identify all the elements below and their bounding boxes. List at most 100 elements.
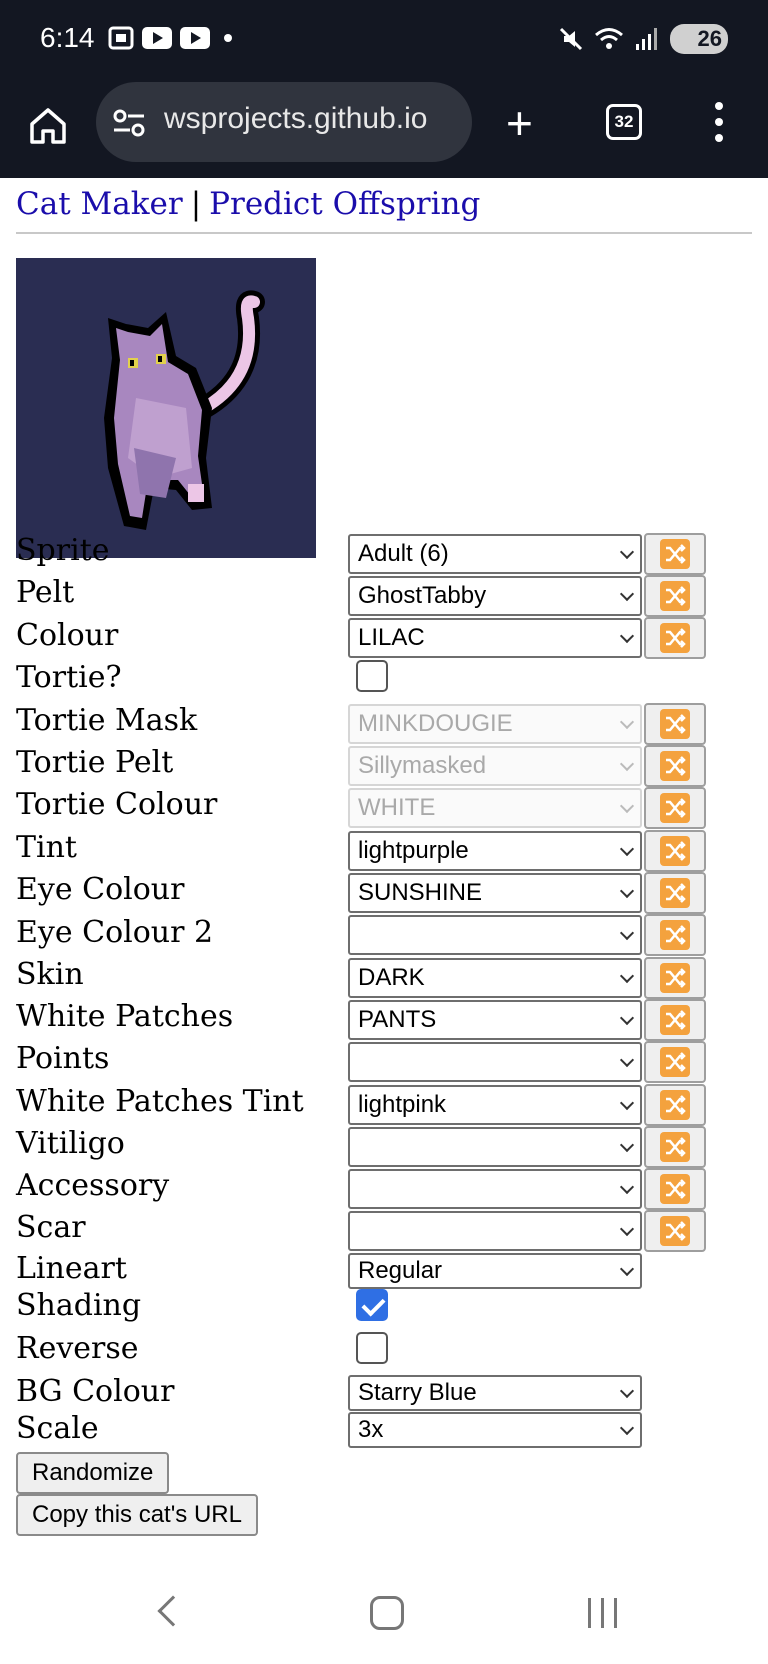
eye-colour-2-select[interactable] bbox=[348, 915, 642, 955]
chevron-down-icon bbox=[619, 883, 635, 899]
back-icon[interactable] bbox=[157, 1595, 189, 1627]
white-patches-tint-value: lightpink bbox=[358, 1091, 447, 1118]
lineart-select[interactable]: Regular bbox=[348, 1253, 642, 1289]
accessory-label: Accessory bbox=[16, 1168, 170, 1203]
sprite-select[interactable]: Adult (6) bbox=[348, 534, 642, 574]
shading-label: Shading bbox=[16, 1288, 142, 1323]
white-patches-value: PANTS bbox=[358, 1006, 437, 1033]
chevron-down-icon bbox=[619, 968, 635, 984]
cat-maker-link[interactable]: Cat Maker bbox=[16, 186, 183, 222]
bg-colour-value: Starry Blue bbox=[358, 1379, 477, 1406]
bg-colour-select[interactable]: Starry Blue bbox=[348, 1375, 642, 1411]
skin-label: Skin bbox=[16, 957, 84, 992]
white-patches-tint-label: White Patches Tint bbox=[16, 1084, 304, 1119]
randomize-vitiligo-button[interactable] bbox=[644, 1126, 706, 1168]
chevron-down-icon bbox=[619, 1420, 635, 1436]
shuffle-icon bbox=[660, 1132, 690, 1162]
bg-colour-label: BG Colour bbox=[16, 1374, 175, 1409]
white-patches-select[interactable]: PANTS bbox=[348, 1000, 642, 1040]
tortie-pelt-value: Sillymasked bbox=[358, 752, 487, 779]
randomize-skin-button[interactable] bbox=[644, 957, 706, 999]
randomize-pelt-button[interactable] bbox=[644, 575, 706, 617]
reverse-label: Reverse bbox=[16, 1331, 139, 1366]
sprite-label: Sprite bbox=[16, 533, 110, 568]
pelt-label: Pelt bbox=[16, 575, 75, 610]
address-bar[interactable]: wsprojects.github.io bbox=[96, 82, 472, 162]
scar-select[interactable] bbox=[348, 1211, 642, 1251]
randomize-tortie-colour-button[interactable] bbox=[644, 787, 706, 829]
colour-select[interactable]: LILAC bbox=[348, 618, 642, 658]
tortie-checkbox[interactable] bbox=[356, 660, 388, 692]
chevron-down-icon bbox=[619, 628, 635, 644]
scale-select[interactable]: 3x bbox=[348, 1412, 642, 1448]
points-select[interactable] bbox=[348, 1042, 642, 1082]
randomize-points-button[interactable] bbox=[644, 1041, 706, 1083]
tortie-pelt-select[interactable]: Sillymasked bbox=[348, 746, 642, 786]
eye-colour-value: SUNSHINE bbox=[358, 879, 483, 906]
randomize-colour-button[interactable] bbox=[644, 617, 706, 659]
tortie-mask-label: Tortie Mask bbox=[16, 703, 198, 738]
randomize-accessory-button[interactable] bbox=[644, 1168, 706, 1210]
shuffle-icon bbox=[660, 1216, 690, 1246]
tortie-colour-value: WHITE bbox=[358, 794, 436, 821]
tab-switcher-button[interactable]: 32 bbox=[606, 104, 642, 140]
chevron-down-icon bbox=[619, 544, 635, 560]
mute-icon bbox=[559, 27, 583, 51]
randomize-sprite-button[interactable] bbox=[644, 533, 706, 575]
system-icons: 26 bbox=[558, 24, 728, 54]
randomize-tortie-mask-button[interactable] bbox=[644, 703, 706, 745]
tortie-mask-value: MINKDOUGIE bbox=[358, 710, 513, 737]
notification-icons bbox=[108, 26, 232, 50]
randomize-eye-colour-2-button[interactable] bbox=[644, 914, 706, 956]
system-navigation-bar bbox=[0, 1566, 768, 1664]
eye-colour-label: Eye Colour bbox=[16, 872, 185, 907]
tortie-colour-select[interactable]: WHITE bbox=[348, 788, 642, 828]
reverse-checkbox[interactable] bbox=[356, 1332, 388, 1364]
cat-sprite-image bbox=[104, 290, 265, 530]
recent-apps-icon[interactable] bbox=[588, 1598, 617, 1628]
skin-select[interactable]: DARK bbox=[348, 958, 642, 998]
shuffle-icon bbox=[660, 751, 690, 781]
shuffle-icon bbox=[660, 836, 690, 866]
pelt-select[interactable]: GhostTabby bbox=[348, 576, 642, 616]
copy-url-button[interactable]: Copy this cat's URL bbox=[16, 1494, 258, 1536]
pelt-value: GhostTabby bbox=[358, 582, 487, 609]
skin-value: DARK bbox=[358, 964, 425, 991]
randomize-white-patches-button[interactable] bbox=[644, 999, 706, 1041]
eye-colour-select[interactable]: SUNSHINE bbox=[348, 873, 642, 913]
vitiligo-select[interactable] bbox=[348, 1127, 642, 1167]
randomize-button[interactable]: Randomize bbox=[16, 1452, 170, 1494]
divider bbox=[16, 232, 752, 234]
chevron-down-icon bbox=[619, 1137, 635, 1153]
shuffle-icon bbox=[660, 709, 690, 739]
browser-toolbar: wsprojects.github.io + 32 bbox=[0, 82, 768, 178]
randomize-eye-colour-button[interactable] bbox=[644, 872, 706, 914]
clock: 6:14 bbox=[40, 22, 95, 53]
scar-label: Scar bbox=[16, 1210, 86, 1245]
screenshot-icon bbox=[108, 26, 134, 50]
shading-checkbox[interactable] bbox=[356, 1289, 388, 1321]
white-patches-tint-select[interactable]: lightpink bbox=[348, 1085, 642, 1125]
randomize-scar-button[interactable] bbox=[644, 1210, 706, 1252]
white-patches-label: White Patches bbox=[16, 999, 234, 1034]
chevron-down-icon bbox=[619, 714, 635, 730]
site-settings-icon[interactable] bbox=[112, 108, 146, 138]
chevron-down-icon bbox=[619, 1221, 635, 1237]
scale-label: Scale bbox=[16, 1411, 99, 1446]
browser-menu-icon[interactable] bbox=[712, 102, 726, 142]
chevron-down-icon bbox=[619, 586, 635, 602]
accessory-select[interactable] bbox=[348, 1169, 642, 1209]
wifi-icon bbox=[595, 28, 623, 49]
tortie-mask-select[interactable]: MINKDOUGIE bbox=[348, 704, 642, 744]
tint-select[interactable]: lightpurple bbox=[348, 831, 642, 871]
new-tab-icon[interactable]: + bbox=[506, 100, 533, 146]
randomize-tortie-pelt-button[interactable] bbox=[644, 745, 706, 787]
randomize-tint-button[interactable] bbox=[644, 830, 706, 872]
eye-colour-2-label: Eye Colour 2 bbox=[16, 915, 214, 950]
home-icon[interactable] bbox=[28, 106, 68, 146]
predict-offspring-link[interactable]: Predict Offspring bbox=[209, 186, 480, 222]
chevron-down-icon bbox=[619, 1383, 635, 1399]
cat-sprite-preview bbox=[16, 258, 316, 558]
randomize-white-patches-tint-button[interactable] bbox=[644, 1084, 706, 1126]
home-button-icon[interactable] bbox=[370, 1596, 404, 1630]
